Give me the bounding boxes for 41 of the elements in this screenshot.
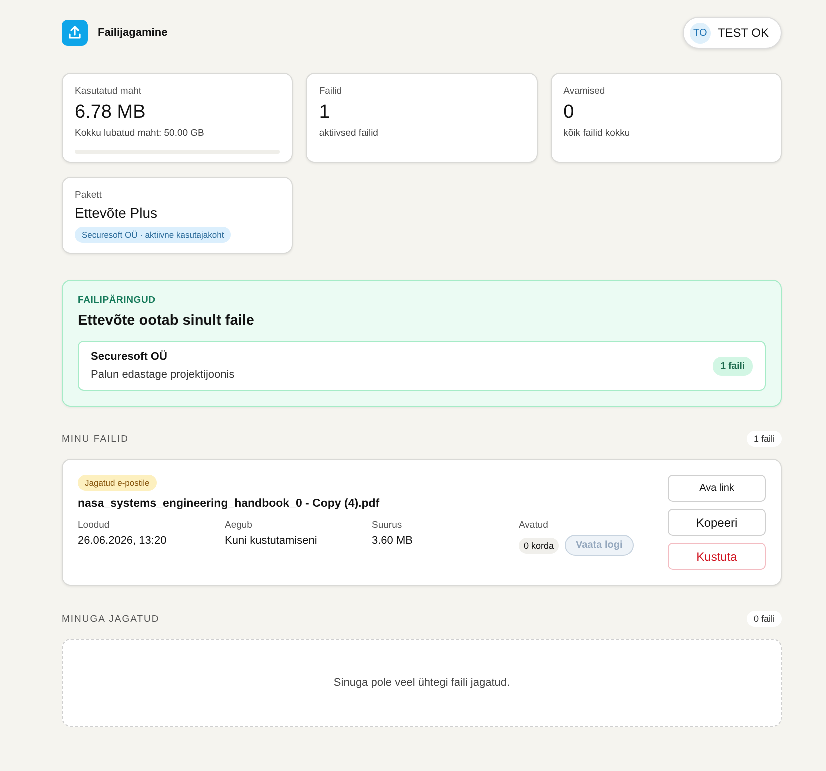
meta-label: Suurus — [372, 520, 402, 531]
user-menu-button[interactable]: TO TEST OK — [682, 17, 782, 49]
meta-value: 3.60 MB — [372, 535, 413, 547]
meta-label: Loodud — [78, 520, 110, 531]
stat-label: Kasutatud maht — [75, 86, 142, 97]
request-company: Securesoft OÜ — [91, 351, 168, 363]
user-avatar: TO — [690, 22, 711, 44]
meta-label: Aegub — [225, 520, 252, 531]
stat-note: kõik failid kokku — [564, 128, 630, 139]
meta-value: Kuni kustutamiseni — [225, 535, 318, 547]
share-tag: Jagatud e-postile — [78, 475, 157, 491]
stat-value: 0 — [564, 101, 574, 125]
file-action-button[interactable]: Kopeeri — [668, 509, 766, 536]
request-card[interactable]: Securesoft OÜ Palun edastage projektijoonis 1 faili — [78, 341, 766, 391]
meta-value: 26.06.2026, 13:20 — [78, 535, 167, 547]
stat-label: Failid — [319, 86, 342, 97]
meta-label: Avatud — [519, 520, 548, 531]
empty-state-text: Sinuga pole veel ühtegi faili jagatud. — [334, 677, 510, 689]
stat-note: Kokku lubatud maht: 50.00 GB — [75, 128, 204, 139]
plan-tag: Securesoft OÜ · aktiivne kasutajakoht — [75, 227, 232, 243]
section-title: MINU FAILID — [62, 434, 129, 444]
stat-value: 1 — [319, 101, 330, 125]
app-title: Failijagamine — [98, 27, 168, 39]
file-action-button[interactable]: Ava link — [668, 475, 766, 502]
file-count: 1 faili — [746, 431, 782, 447]
section-title: MINUGA JAGATUD — [62, 614, 160, 624]
stat-label: Pakett — [75, 190, 102, 201]
open-count: 0 korda — [519, 538, 560, 554]
stat-value: Ettevõte Plus — [75, 204, 158, 222]
user-name: TEST OK — [718, 26, 769, 40]
file-action-button[interactable]: Kustuta — [668, 543, 766, 570]
stat-label: Avamised — [564, 86, 606, 97]
request-file-count: 1 faili — [712, 356, 753, 376]
file-count: 0 faili — [746, 611, 782, 627]
stat-value: 6.78 MB — [75, 101, 146, 125]
requests-label: FAILIPÄRINGUD — [78, 295, 156, 306]
requests-title: Ettevõte ootab sinult faile — [78, 313, 254, 329]
file-name: nasa_systems_engineering_handbook_0 - Copy (4).pdf — [78, 498, 380, 510]
stat-note: aktiivsed failid — [319, 128, 378, 139]
request-message: Palun edastage projektijoonis — [91, 369, 235, 381]
upload-icon — [62, 20, 88, 46]
